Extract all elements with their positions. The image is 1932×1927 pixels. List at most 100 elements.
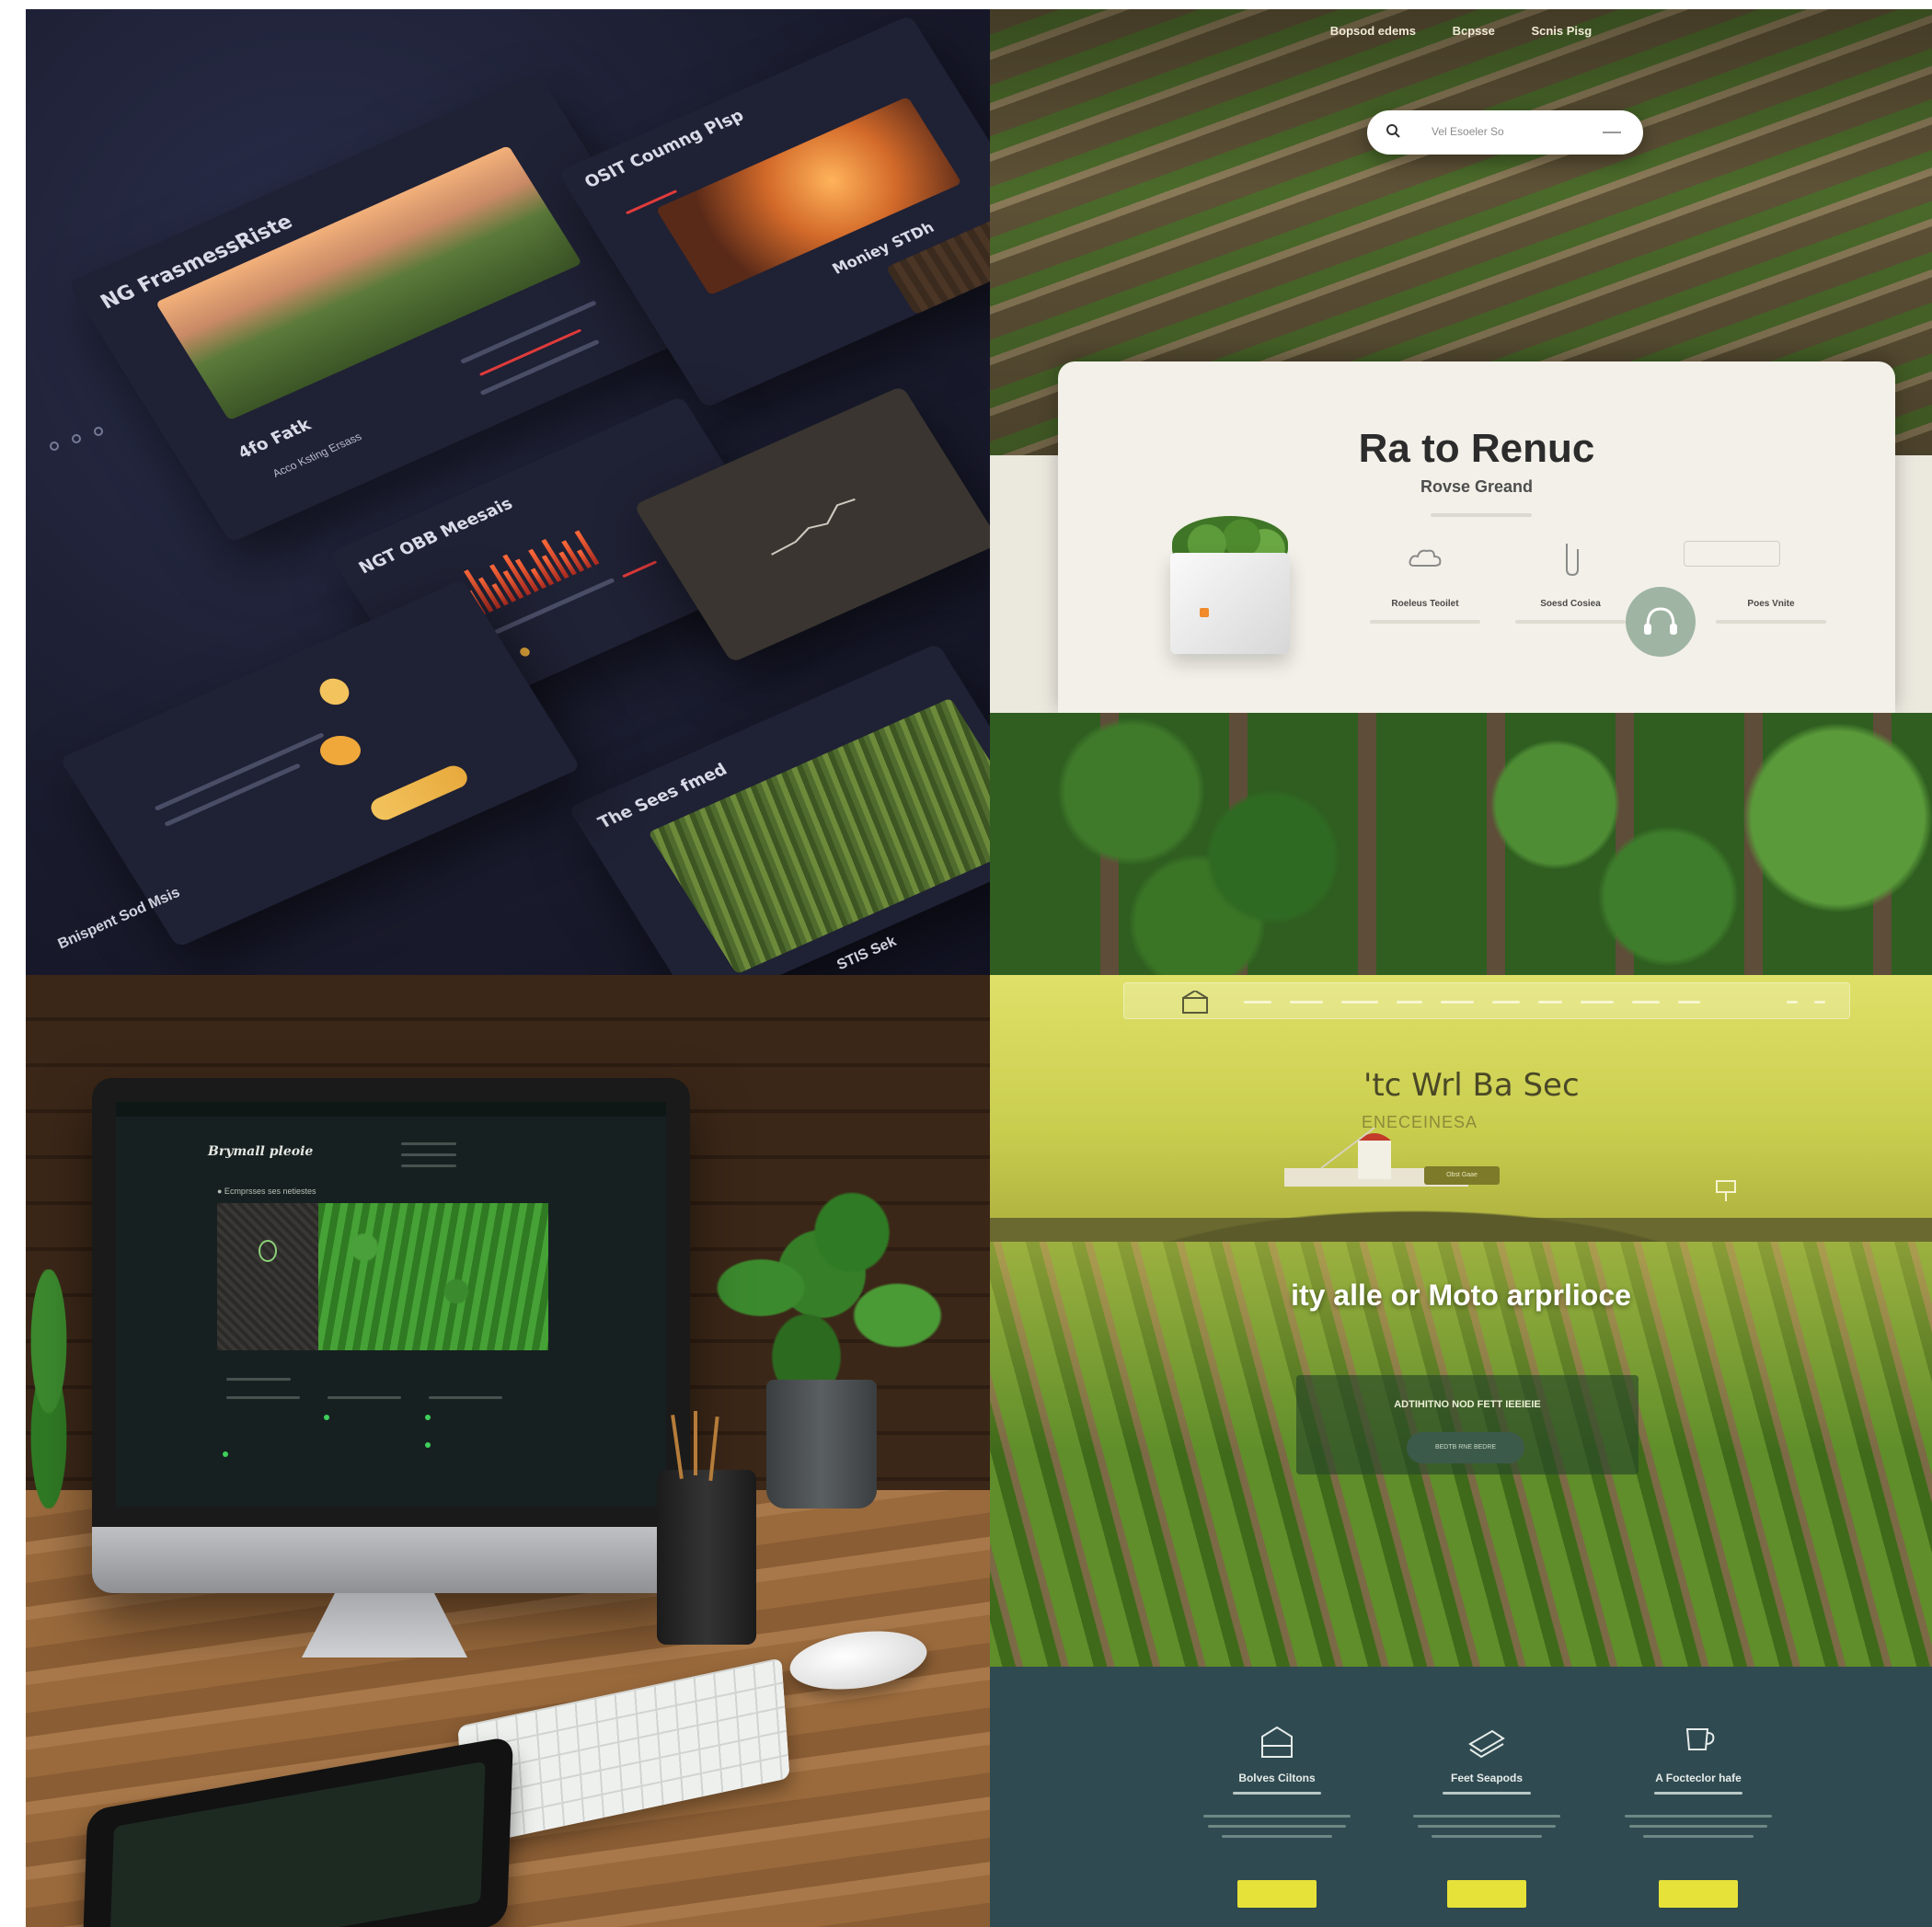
pagination-dot[interactable]: [72, 434, 81, 443]
feature-label: Roeleus Teoilet: [1391, 599, 1459, 609]
menu-icon[interactable]: [1603, 132, 1621, 133]
sensor-light: [1200, 608, 1209, 617]
search-placeholder: Vel Esoeler So: [1432, 125, 1504, 138]
monitor-screen[interactable]: Brymall pleoie ● Ecmprsses ses netiestes: [116, 1102, 666, 1507]
feature-title: Feet Seapods: [1450, 1772, 1524, 1784]
grass-photo: [648, 697, 990, 975]
text-line: [1629, 1825, 1767, 1828]
nav-item[interactable]: [1441, 1001, 1474, 1004]
feature-button[interactable]: [1659, 1880, 1738, 1908]
logo-icon[interactable]: [1179, 991, 1211, 1015]
text-line: [401, 1142, 456, 1145]
accent-line: [622, 560, 658, 579]
action-pill-button[interactable]: [366, 762, 472, 824]
vegetable-beds-photo: [990, 713, 1932, 975]
hero-subtitle: ENECEINESA: [1362, 1113, 1478, 1131]
nav-item[interactable]: Scnis Pisg: [1531, 24, 1592, 38]
cup-icon: [1685, 1728, 1715, 1750]
text-line: [1370, 620, 1480, 624]
cta-button[interactable]: BEDTB RNE BEDRE: [1407, 1432, 1524, 1463]
feature-item[interactable]: Poes Vnite: [1702, 536, 1840, 624]
hero-tagline: ity alle or Moto arprlioce: [1291, 1279, 1631, 1312]
text-line: [154, 732, 325, 811]
feature-label: Soesd Cosiea: [1540, 599, 1601, 609]
nav-item[interactable]: [1538, 1001, 1562, 1004]
sunrise-landing-page: 'tc Wrl Ba Sec ENECEINESA Obst Gaae ity …: [990, 975, 1932, 1927]
hero-chip-button[interactable]: Obst Gaae: [1424, 1166, 1500, 1185]
isometric-cards: NG FrasmessRiste 4fo Fatk Acco Ksting Er…: [26, 9, 990, 975]
monitor: Brymall pleoie ● Ecmprsses ses netiestes: [92, 1078, 690, 1593]
drone-icon: [1716, 1180, 1736, 1201]
farm-landing-page: Bopsod edems Bcpsse Scnis Pisg Vel Esoel…: [990, 9, 1932, 975]
nav-item[interactable]: [1341, 1001, 1378, 1004]
soil-image: [217, 1203, 318, 1350]
text-line: [401, 1164, 456, 1167]
hero-title: 'tc Wrl Ba Sec: [1363, 1067, 1580, 1104]
search-bar[interactable]: Vel Esoeler So: [1367, 110, 1643, 155]
text-line: [1208, 1825, 1346, 1828]
search-icon: [1386, 124, 1400, 138]
text-line: [1625, 1815, 1772, 1818]
text-line: [1418, 1825, 1556, 1828]
feature-button[interactable]: [1447, 1880, 1526, 1908]
nav-item[interactable]: [1632, 1001, 1660, 1004]
text-line: [1654, 1792, 1742, 1795]
feature-item[interactable]: Roeleus Teoilet: [1356, 536, 1494, 624]
text-line: [1432, 1835, 1542, 1838]
nav-item[interactable]: [1244, 1001, 1271, 1004]
feature-column: Feet Seapods: [1395, 1722, 1579, 1908]
nav-item[interactable]: [1581, 1001, 1614, 1004]
screen-title: Brymall pleoie: [208, 1144, 314, 1159]
pagination-dot[interactable]: [94, 427, 103, 436]
feature-column: Bolves Ciltons: [1185, 1722, 1369, 1908]
clip-icon: [1566, 544, 1579, 577]
nav-item[interactable]: [1492, 1001, 1520, 1004]
search-icon[interactable]: [1787, 1001, 1798, 1004]
plant-leaf: [26, 1269, 90, 1508]
feature-label: Poes Vnite: [1747, 599, 1795, 609]
nav-item[interactable]: [1678, 1001, 1700, 1004]
nav-item[interactable]: Bopsod edems: [1330, 24, 1416, 38]
menu-icon[interactable]: [1814, 1001, 1825, 1004]
text-line: [1431, 513, 1532, 517]
screenshot-collage: NG FrasmessRiste 4fo Fatk Acco Ksting Er…: [26, 9, 1932, 1927]
line-chart-icon: [770, 498, 856, 556]
top-nav: [1123, 982, 1850, 1019]
nav-item[interactable]: [1397, 1001, 1422, 1004]
page-subtitle: Rovse Greand: [1420, 477, 1534, 496]
text-line: [1443, 1792, 1531, 1795]
plant-pot: [766, 1380, 877, 1508]
text-line: [1515, 620, 1626, 624]
page-title: Ra to Renuc: [1358, 426, 1595, 471]
status-dot: [425, 1442, 431, 1448]
monitor-chin: [92, 1527, 690, 1593]
feature-item[interactable]: Soesd Cosiea: [1501, 536, 1639, 624]
headset-icon[interactable]: [1626, 587, 1696, 657]
location-pin-icon: [259, 1240, 277, 1262]
layers-icon: [1468, 1729, 1505, 1759]
text-line: [226, 1378, 291, 1381]
avatar: [314, 674, 355, 709]
status-dot: [425, 1415, 431, 1420]
feature-title: A Focteclor hafe: [1655, 1772, 1742, 1784]
nav-item[interactable]: Bcpsse: [1453, 24, 1495, 38]
screen-nav: [116, 1102, 666, 1117]
pagination-dot[interactable]: [50, 442, 59, 451]
status-dot: [223, 1451, 228, 1457]
text-line: [1716, 620, 1826, 624]
text-line: [1413, 1815, 1560, 1818]
text-line: [1203, 1815, 1351, 1818]
dark-dashboard-mockup: NG FrasmessRiste 4fo Fatk Acco Ksting Er…: [26, 9, 990, 975]
nav-item[interactable]: [1290, 1001, 1323, 1004]
building-icon: [1261, 1726, 1293, 1758]
status-dot: [518, 646, 532, 659]
feature-button[interactable]: [1237, 1880, 1317, 1908]
text-line: [226, 1396, 300, 1399]
feature-title: Bolves Ciltons: [1238, 1772, 1316, 1784]
cloud-icon: [1409, 549, 1442, 567]
planter-box: [1170, 553, 1290, 654]
cta-title: ADTIHITNO NOD FETT IEEIEIE: [1394, 1399, 1541, 1410]
text-line: [1222, 1835, 1332, 1838]
card-seed[interactable]: The Sees fmed: [568, 643, 990, 975]
orange-toggle[interactable]: [320, 736, 361, 765]
